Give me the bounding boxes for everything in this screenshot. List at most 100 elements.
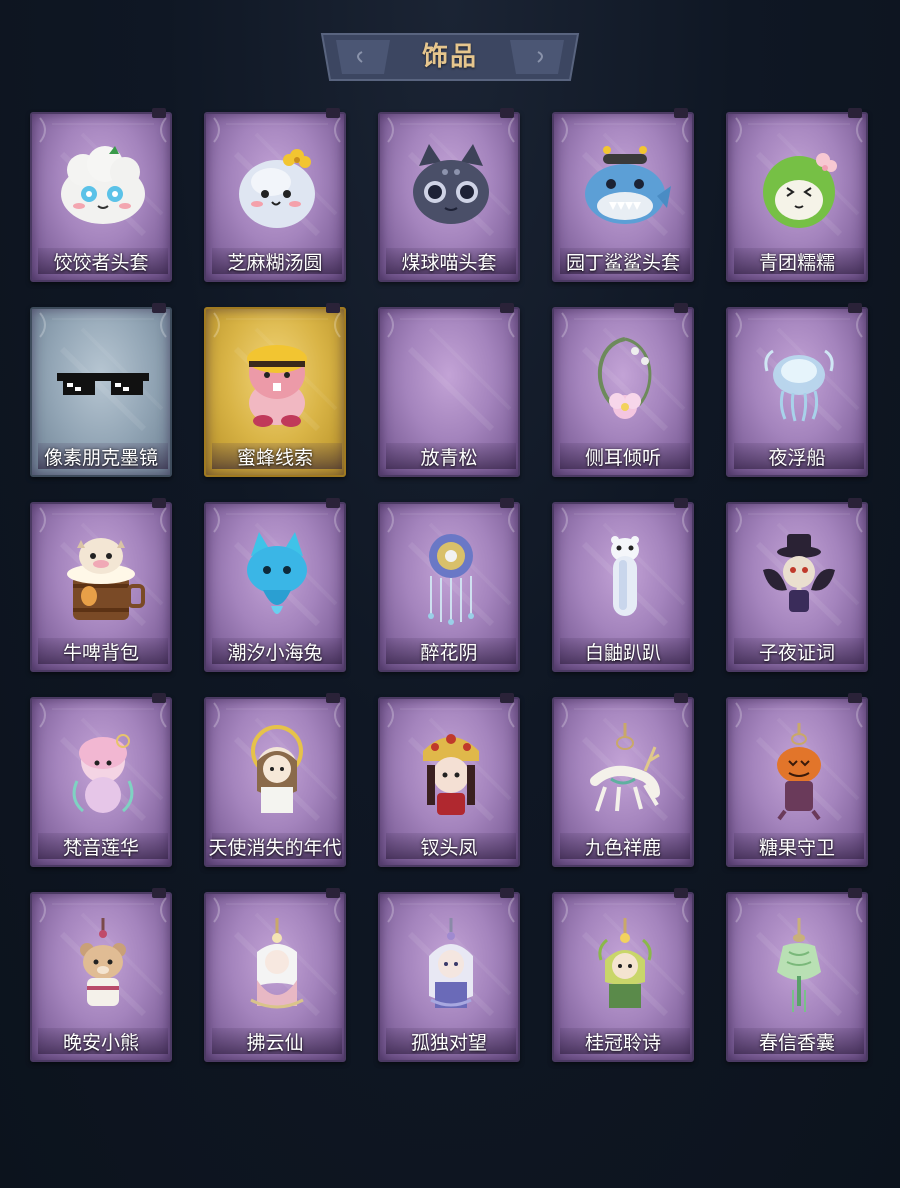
accessory-card[interactable]: 桂冠聆诗 [552, 888, 694, 1062]
accessory-card[interactable]: 像素朋克墨镜 [30, 303, 172, 477]
card-name: 青团糯糯 [758, 252, 835, 274]
card-corner-tab [326, 303, 340, 313]
accessory-card[interactable]: 放青松 [378, 303, 520, 477]
accessory-card[interactable]: 天使消失的年代 [204, 693, 346, 867]
card-name: 醉花阴 [420, 642, 478, 664]
accessory-card[interactable]: 蜜蜂线索 [204, 303, 346, 477]
card-corner-tab [674, 303, 688, 313]
accessory-card[interactable]: 醉花阴 [378, 498, 520, 672]
accessory-card[interactable]: 拂云仙 [204, 888, 346, 1062]
accessory-card[interactable]: 糖果守卫 [726, 693, 868, 867]
card-name: 钗头凤 [420, 837, 478, 859]
card-corner-tab [848, 303, 862, 313]
accessory-card[interactable]: 牛啤背包 [30, 498, 172, 672]
black-cat-mask-icon [401, 136, 501, 236]
accessory-card[interactable]: 子夜证词 [726, 498, 868, 672]
cow-beer-barrel-icon [53, 526, 153, 626]
card-corner-tab [500, 498, 514, 508]
card-corner-tab [848, 888, 862, 898]
accessory-card[interactable]: 夜浮船 [726, 303, 868, 477]
card-name: 牛啤背包 [62, 642, 139, 664]
card-name: 夜浮船 [768, 447, 826, 469]
card-corner-tab [326, 693, 340, 703]
card-corner-tab [152, 693, 166, 703]
empty-slot-icon [401, 331, 501, 431]
card-name: 糖果守卫 [758, 837, 835, 859]
card-corner-tab [152, 108, 166, 118]
card-name: 侧耳倾听 [584, 447, 661, 469]
card-corner-tab [152, 888, 166, 898]
white-weasel-icon [575, 526, 675, 626]
flower-wreath-icon [575, 331, 675, 431]
accessory-card[interactable]: 九色祥鹿 [552, 693, 694, 867]
card-name: 园丁鲨鲨头套 [565, 252, 680, 274]
card-name: 孤独对望 [410, 1032, 487, 1054]
accessory-card[interactable]: 梵音莲华 [30, 693, 172, 867]
card-name: 像素朋克墨镜 [43, 447, 158, 469]
pumpkin-charm-icon [749, 721, 849, 821]
card-name: 芝麻糊汤圆 [227, 252, 323, 274]
card-corner-tab [848, 693, 862, 703]
card-name: 晚安小熊 [62, 1032, 139, 1054]
accessory-card[interactable]: 青团糯糯 [726, 108, 868, 282]
card-corner-tab [674, 888, 688, 898]
card-name: 梵音莲华 [62, 837, 139, 859]
bear-charm-icon [53, 916, 153, 1016]
card-corner-tab [152, 498, 166, 508]
laurel-poet-charm-icon [575, 916, 675, 1016]
card-corner-tab [500, 693, 514, 703]
card-corner-tab [848, 108, 862, 118]
sea-bunny-icon [227, 526, 327, 626]
card-name: 饺饺者头套 [53, 252, 149, 274]
card-name: 白鼬趴趴 [584, 642, 661, 664]
card-name: 子夜证词 [758, 642, 835, 664]
accessory-card[interactable]: 白鼬趴趴 [552, 498, 694, 672]
accessory-card[interactable]: 芝麻糊汤圆 [204, 108, 346, 282]
card-name: 放青松 [420, 447, 478, 469]
angel-doll-icon [227, 721, 327, 821]
card-corner-tab [674, 108, 688, 118]
accessory-card[interactable]: 钗头凤 [378, 693, 520, 867]
card-corner-tab [674, 498, 688, 508]
card-corner-tab [326, 108, 340, 118]
card-name: 潮汐小海兔 [227, 642, 323, 664]
jellyfish-icon [749, 331, 849, 431]
cloud-fairy-charm-icon [227, 916, 327, 1016]
card-corner-tab [500, 108, 514, 118]
accessory-card[interactable]: 园丁鲨鲨头套 [552, 108, 694, 282]
card-name: 煤球喵头套 [401, 252, 497, 274]
green-rice-ball-icon [749, 136, 849, 236]
card-name: 九色祥鹿 [584, 837, 661, 859]
accessory-card[interactable]: 晚安小熊 [30, 888, 172, 1062]
accessory-card[interactable]: 春信香囊 [726, 888, 868, 1062]
dumpling-mask-icon [53, 136, 153, 236]
deer-charm-icon [575, 721, 675, 821]
card-name: 蜜蜂线索 [236, 447, 313, 469]
sachet-charm-icon [749, 916, 849, 1016]
card-corner-tab [500, 303, 514, 313]
accessory-card[interactable]: 孤独对望 [378, 888, 520, 1062]
card-name: 拂云仙 [246, 1032, 304, 1054]
lotus-doll-icon [53, 721, 153, 821]
card-corner-tab [674, 693, 688, 703]
card-corner-tab [326, 498, 340, 508]
pixel-sunglasses-icon [53, 331, 153, 431]
card-name: 桂冠聆诗 [584, 1032, 661, 1054]
accessory-card[interactable]: 潮汐小海兔 [204, 498, 346, 672]
card-corner-tab [500, 888, 514, 898]
title-banner: 饰品 [318, 32, 582, 82]
accessory-card[interactable]: 侧耳倾听 [552, 303, 694, 477]
card-corner-tab [848, 498, 862, 508]
card-name: 春信香囊 [758, 1032, 835, 1054]
page-title: 饰品 [421, 42, 478, 72]
card-corner-tab [326, 888, 340, 898]
shark-mask-icon [575, 136, 675, 236]
card-name: 天使消失的年代 [208, 837, 342, 859]
flower-headdress-icon [401, 526, 501, 626]
lonely-gaze-charm-icon [401, 916, 501, 1016]
bee-beaver-icon [227, 331, 327, 431]
accessory-card[interactable]: 饺饺者头套 [30, 108, 172, 282]
phoenix-crown-doll-icon [401, 721, 501, 821]
plague-crow-icon [749, 526, 849, 626]
accessory-card[interactable]: 煤球喵头套 [378, 108, 520, 282]
